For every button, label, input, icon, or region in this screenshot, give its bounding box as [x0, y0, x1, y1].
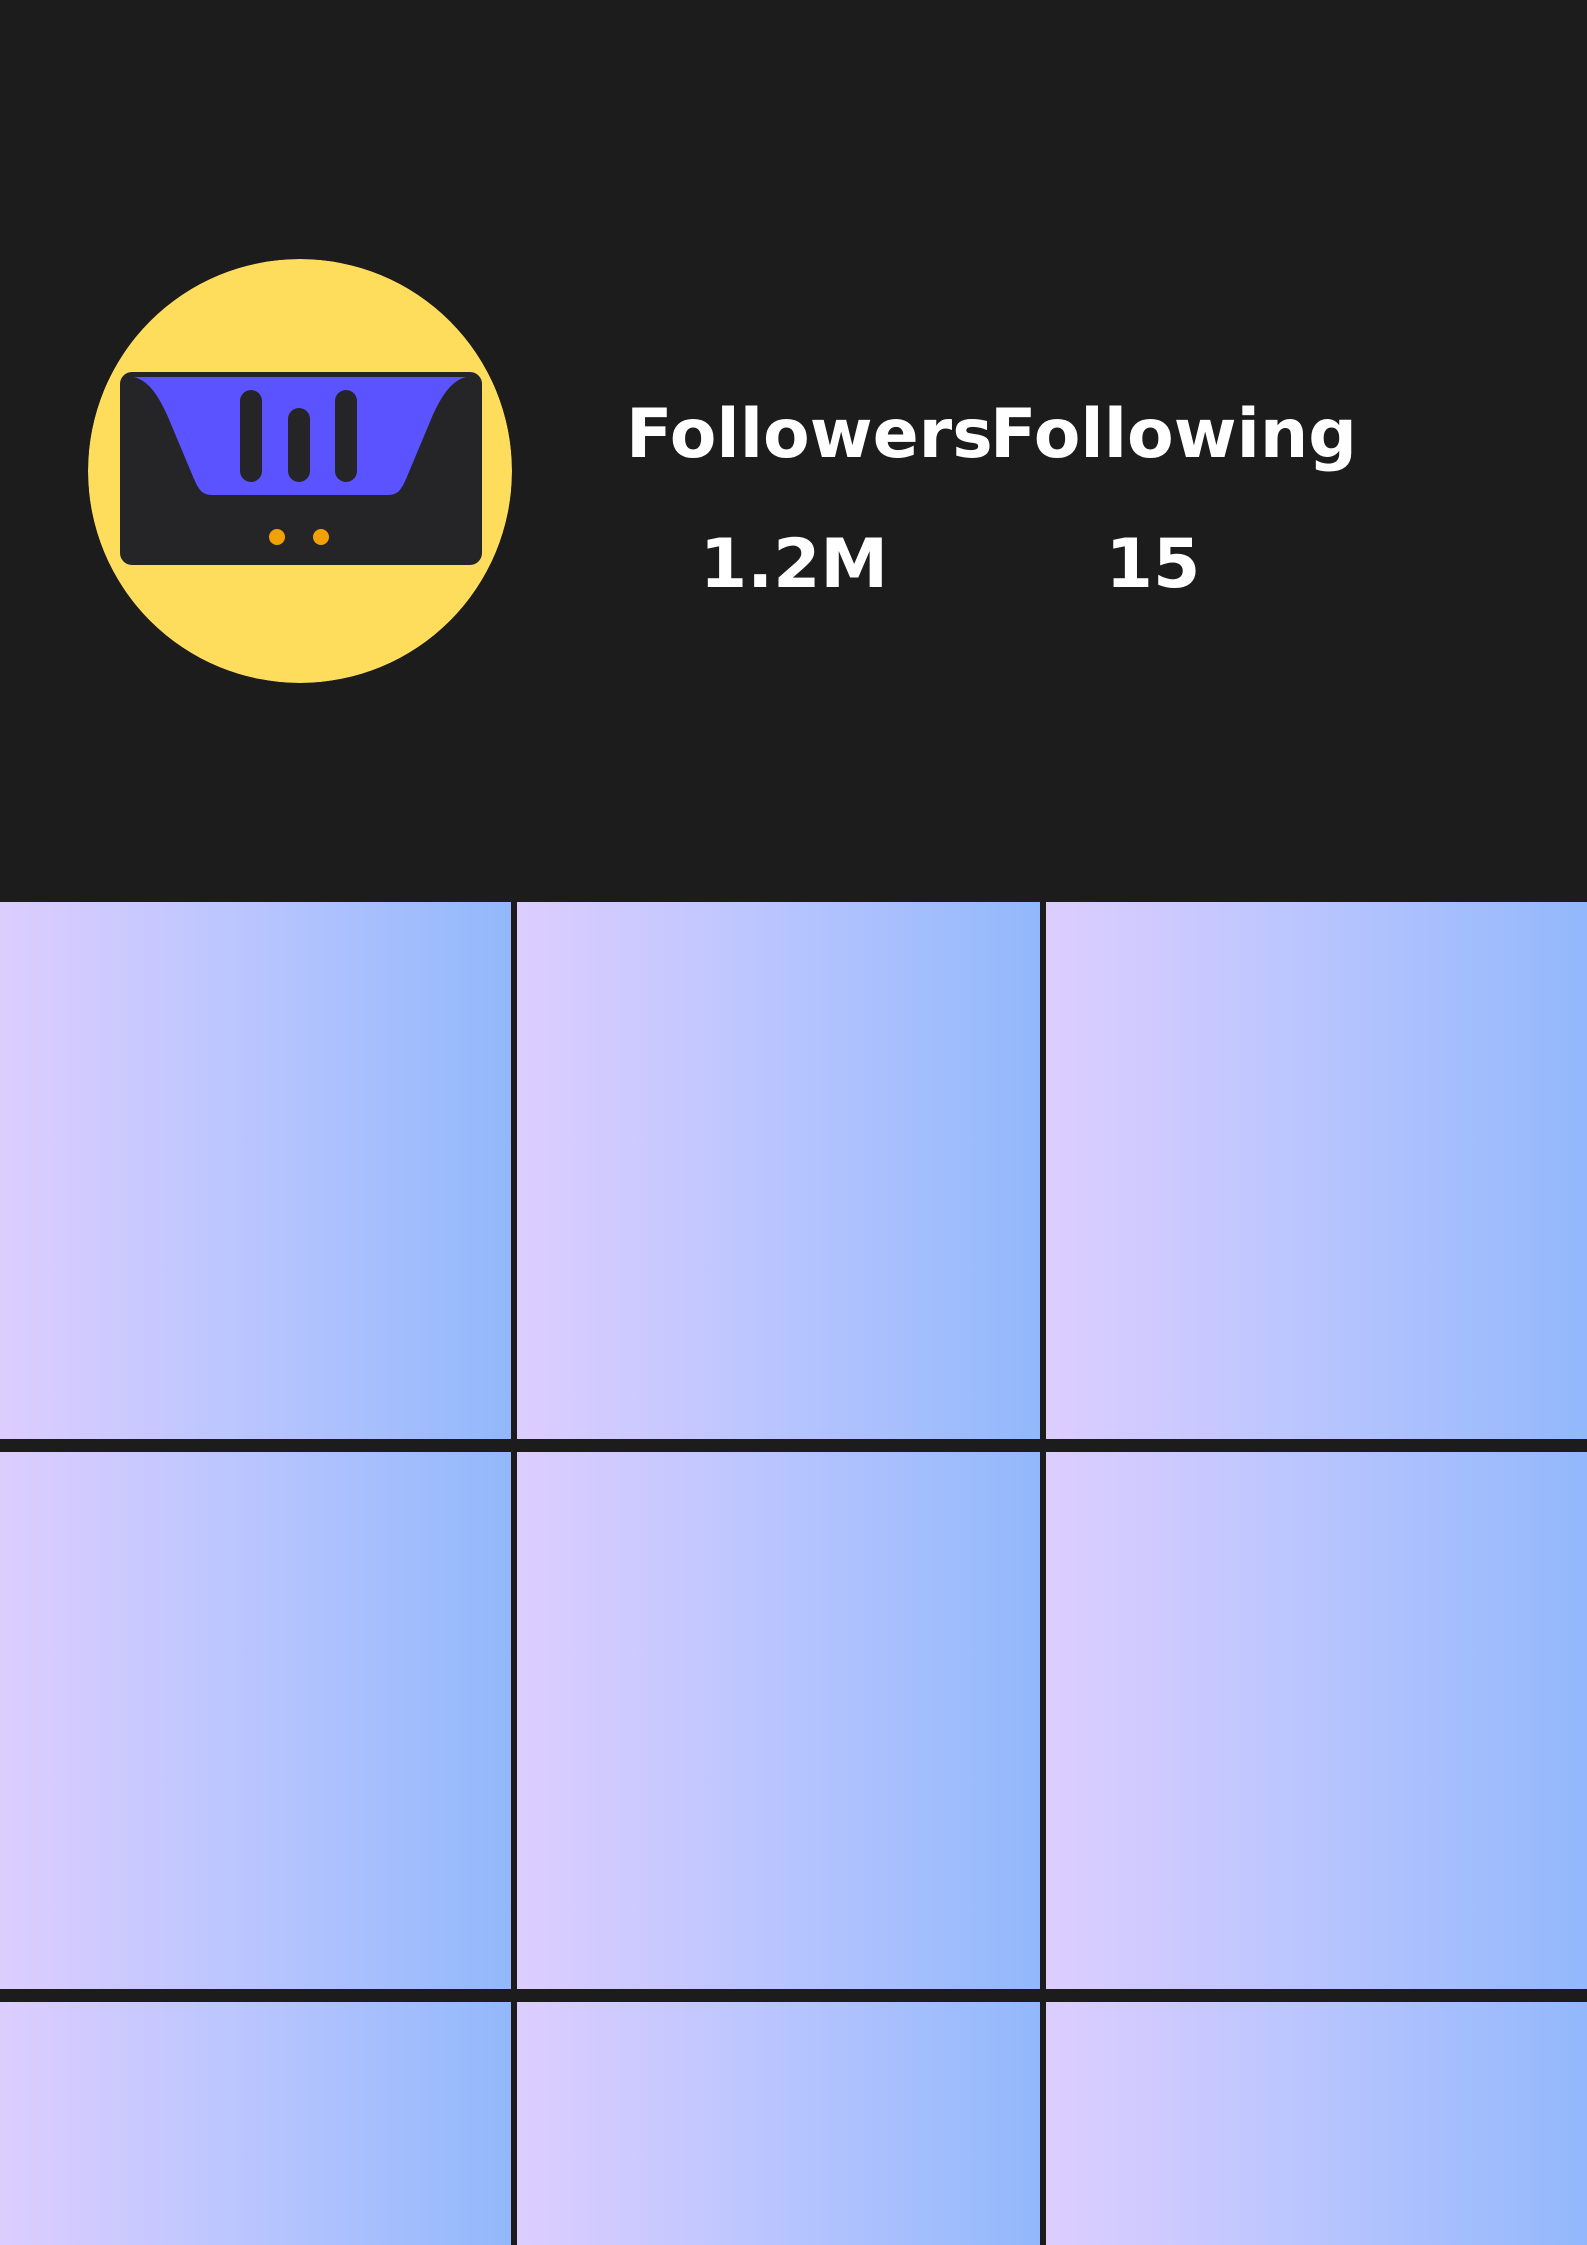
post-tile-9[interactable]: [1046, 2002, 1587, 2245]
post-tile-5[interactable]: [517, 1452, 1040, 1989]
following-label[interactable]: Following: [990, 390, 1357, 480]
shopping-basket-logo-icon: [88, 259, 512, 683]
avatar[interactable]: [88, 259, 512, 683]
post-tile-8[interactable]: [517, 2002, 1040, 2245]
followers-count[interactable]: 1.2M: [626, 520, 962, 610]
post-tile-4[interactable]: [0, 1452, 511, 1989]
post-tile-2[interactable]: [517, 902, 1040, 1439]
post-tile-6[interactable]: [1046, 1452, 1587, 1989]
post-tile-7[interactable]: [0, 2002, 511, 2245]
post-tile-3[interactable]: [1046, 902, 1587, 1439]
following-count[interactable]: 15: [1000, 520, 1306, 610]
profile-header: Followers Following 1.2M 15: [0, 0, 1587, 902]
post-tile-1[interactable]: [0, 902, 511, 1439]
followers-label[interactable]: Followers: [626, 390, 993, 480]
